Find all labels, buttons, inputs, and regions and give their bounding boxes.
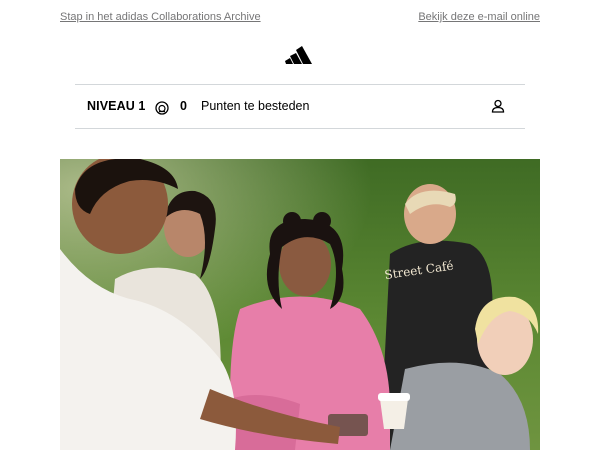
hero-image[interactable]: Street Café [60,159,540,450]
user-icon[interactable] [491,99,505,113]
membership-level: NIVEAU 1 [87,99,146,113]
email-header-links: Stap in het adidas Collaborations Archiv… [60,11,540,25]
adidas-logo-icon[interactable] [285,45,315,65]
points-icon [155,101,169,115]
points-label: Punten te besteden [201,99,310,113]
archive-signup-link[interactable]: Stap in het adidas Collaborations Archiv… [60,11,261,25]
points-value: 0 [180,99,187,113]
loyalty-status-bar: NIVEAU 1 0 Punten te besteden [75,84,525,129]
view-online-link[interactable]: Bekijk deze e-mail online [418,11,540,25]
